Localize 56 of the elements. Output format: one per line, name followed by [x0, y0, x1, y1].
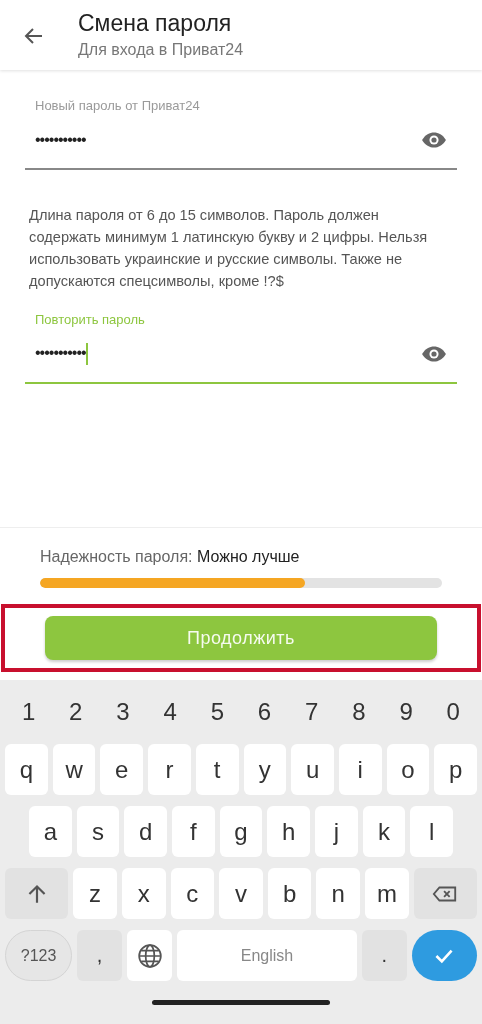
keyboard-key[interactable]: o [386, 744, 430, 795]
keyboard-key[interactable]: b [267, 868, 312, 919]
number-key[interactable]: 6 [244, 698, 285, 726]
keyboard-key[interactable]: a [29, 806, 72, 857]
keyboard-key[interactable]: z [73, 868, 117, 919]
keyboard-key[interactable]: i [338, 744, 382, 795]
number-key[interactable]: 0 [433, 698, 474, 726]
keyboard-key[interactable]: s [76, 806, 120, 857]
number-key[interactable]: 8 [338, 698, 379, 726]
number-key[interactable]: 9 [386, 698, 427, 726]
screen-subtitle: Для входа в Приват24 [78, 41, 244, 59]
language-key[interactable] [127, 930, 173, 981]
globe-icon [136, 942, 163, 969]
field-label: Повторить пароль [35, 312, 145, 327]
symbols-key[interactable]: ?123 [5, 930, 73, 981]
keyboard-key[interactable]: d [124, 806, 167, 857]
keyboard-key[interactable]: j [315, 806, 358, 857]
password-rules-text: Длина пароля от 6 до 15 символов. Пароль должен содержать минимум 1 латинскую букву и 2 цифры. Нельзя использовать украинские и русские символы. Также не допускаются спецсимволы, кроме !?$ [29, 206, 429, 291]
text-cursor [85, 343, 88, 365]
number-key[interactable]: 5 [197, 698, 238, 726]
space-key[interactable]: English [177, 930, 357, 981]
keyboard-key[interactable]: r [148, 744, 191, 795]
password-field[interactable]: Повторить пароль ••••••••••• [25, 312, 457, 384]
keyboard-key[interactable]: k [362, 806, 406, 857]
keyboard-key[interactable]: f [172, 806, 215, 857]
keyboard-key[interactable]: y [243, 744, 287, 795]
keyboard-key[interactable]: , [77, 930, 123, 981]
keyboard-key[interactable]: u [291, 744, 334, 795]
backspace-key[interactable] [413, 868, 477, 919]
keyboard-key[interactable]: l [410, 806, 454, 857]
keyboard-key[interactable]: p [434, 744, 478, 795]
number-key[interactable]: 3 [102, 698, 143, 726]
number-key[interactable]: 4 [150, 698, 191, 726]
screen-title: Смена пароля [78, 10, 233, 37]
password-value: ••••••••••• [35, 344, 86, 362]
keyboard-key[interactable]: h [267, 806, 311, 857]
keyboard-key[interactable]: g [219, 806, 263, 857]
keyboard-key[interactable]: w [52, 744, 96, 795]
strength-text: Надежность пароля: Можно лучше [40, 548, 300, 565]
keyboard-key[interactable]: n [316, 868, 361, 919]
keyboard-key[interactable]: q [5, 744, 48, 795]
number-key[interactable]: 2 [55, 698, 96, 726]
keyboard-key[interactable]: t [195, 744, 239, 795]
number-key[interactable]: 7 [291, 698, 332, 726]
keyboard-key[interactable]: . [361, 930, 407, 981]
keyboard-key[interactable]: e [100, 744, 144, 795]
keyboard-key[interactable]: m [365, 868, 409, 919]
shift-key[interactable] [5, 868, 69, 919]
keyboard-key[interactable]: c [170, 868, 215, 919]
keyboard-key[interactable]: x [121, 868, 166, 919]
field-label: Новый пароль от Приват24 [35, 98, 200, 113]
number-key[interactable]: 1 [8, 698, 49, 726]
password-value: ••••••••••• [35, 131, 86, 148]
enter-key[interactable] [411, 930, 477, 981]
keyboard-key[interactable]: v [219, 868, 263, 919]
password-field[interactable]: Новый пароль от Приват24 ••••••••••• [25, 98, 457, 170]
